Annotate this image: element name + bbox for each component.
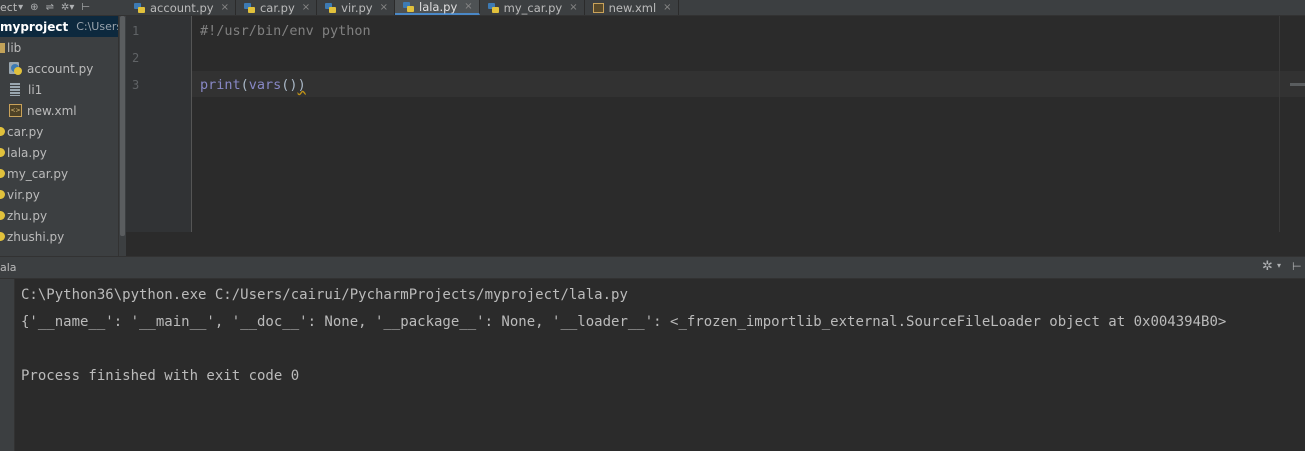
python-file-icon	[243, 2, 255, 13]
tab-label: lala.py	[419, 0, 458, 14]
project-view-toolbar: ect ▾ ⊕ ⇌ ✲▾ ⊢	[0, 0, 126, 16]
python-file-icon	[0, 211, 5, 220]
tree-item-lib[interactable]: lib	[0, 37, 21, 58]
xml-file-icon: <>	[9, 104, 22, 117]
close-icon[interactable]: ×	[569, 2, 577, 13]
python-file-icon	[0, 148, 5, 157]
editor-scroll-marker[interactable]	[1290, 83, 1305, 86]
editor-tab-bar: account.py × car.py × vir.py × lala.py ×…	[126, 0, 1305, 16]
python-file-icon	[9, 61, 22, 76]
tree-item-zhushi-py[interactable]: zhushi.py	[0, 226, 64, 247]
tab-label: vir.py	[341, 0, 373, 15]
tab-lala-py[interactable]: lala.py ×	[395, 0, 480, 15]
hide-panel-icon[interactable]: ⊢	[1292, 260, 1302, 273]
close-icon[interactable]: ×	[663, 2, 671, 13]
tree-item-label: lala.py	[7, 145, 47, 160]
tab-new-xml[interactable]: new.xml ×	[585, 0, 679, 15]
paren-warning: )	[297, 77, 306, 93]
tree-item-vir-py[interactable]: vir.py	[0, 184, 40, 205]
hide-panel-icon[interactable]: ⊢	[81, 2, 90, 13]
builtin-print: print	[200, 77, 241, 93]
console-line: {'__name__': '__main__', '__doc__': None…	[21, 314, 1227, 330]
chevron-down-icon[interactable]: ▾	[1277, 261, 1281, 270]
python-file-icon	[0, 127, 5, 136]
text-file-icon	[10, 83, 20, 96]
paren: (	[240, 77, 249, 93]
tree-item-label: zhushi.py	[7, 229, 65, 244]
tab-car-py[interactable]: car.py ×	[236, 0, 318, 15]
code-line-print: print(vars())	[200, 77, 306, 93]
tree-item-label: lib	[7, 40, 22, 55]
tree-item-my-car-py[interactable]: my_car.py	[0, 163, 68, 184]
right-margin-guide	[1279, 16, 1280, 232]
tab-label: my_car.py	[503, 0, 563, 15]
line-number: 1	[132, 24, 140, 38]
python-file-icon	[487, 2, 499, 13]
tree-item-car-py[interactable]: car.py	[0, 121, 43, 142]
sync-icon[interactable]: ⊕	[30, 2, 38, 13]
tree-item-label: vir.py	[7, 187, 40, 202]
gear-icon[interactable]: ✲	[1262, 259, 1273, 274]
tree-item-label: li1	[28, 82, 43, 97]
collapse-all-icon[interactable]: ⇌	[46, 2, 54, 13]
run-tab-title[interactable]: ala	[0, 261, 17, 274]
tree-item-label: new.xml	[27, 103, 77, 118]
tab-my-car-py[interactable]: my_car.py ×	[480, 0, 585, 15]
dropdown-caret-icon[interactable]: ▾	[18, 2, 23, 13]
python-file-icon	[325, 2, 337, 13]
tree-item-label: account.py	[27, 61, 94, 76]
project-tree: myproject C:\Users\cai lib account.py li…	[0, 16, 118, 256]
console-line: C:\Python36\python.exe C:/Users/cairui/P…	[21, 287, 628, 303]
project-path: C:\Users\cai	[76, 20, 118, 33]
run-console[interactable]: C:\Python36\python.exe C:/Users/cairui/P…	[15, 279, 1305, 451]
close-icon[interactable]: ×	[464, 1, 472, 12]
python-file-icon	[0, 232, 5, 241]
line-number: 3	[132, 78, 140, 92]
gear-icon[interactable]: ✲▾	[61, 2, 74, 13]
builtin-vars: vars	[248, 77, 282, 93]
paren: ()	[281, 77, 298, 93]
scrollbar-thumb[interactable]	[120, 16, 125, 236]
close-icon[interactable]: ×	[380, 2, 388, 13]
python-file-icon	[0, 190, 5, 199]
tab-account-py[interactable]: account.py ×	[126, 0, 236, 15]
project-view-selector[interactable]: ect	[0, 1, 17, 14]
tree-item-li1[interactable]: li1	[9, 79, 42, 100]
python-file-icon	[134, 2, 145, 13]
tab-label: account.py	[150, 0, 214, 15]
xml-file-icon	[592, 2, 604, 13]
tab-label: new.xml	[608, 0, 657, 15]
tab-label: car.py	[259, 0, 295, 15]
python-file-icon	[0, 169, 5, 178]
line-number: 2	[132, 51, 140, 65]
code-editor[interactable]: #!/usr/bin/env python print(vars())	[192, 16, 1305, 232]
caret-line-highlight	[192, 71, 1305, 97]
project-root[interactable]: myproject C:\Users\cai	[0, 16, 118, 37]
tree-item-lala-py[interactable]: lala.py	[0, 142, 47, 163]
close-icon[interactable]: ×	[302, 2, 310, 13]
line-number-gutter: 1 2 3	[126, 16, 192, 232]
tree-item-label: zhu.py	[7, 208, 48, 223]
tree-item-account-py[interactable]: account.py	[9, 58, 93, 79]
tree-item-zhu-py[interactable]: zhu.py	[0, 205, 47, 226]
tab-vir-py[interactable]: vir.py ×	[317, 0, 395, 15]
run-toolbar-strip	[0, 279, 15, 451]
project-name: myproject	[0, 19, 69, 34]
tree-item-new-xml[interactable]: <> new.xml	[9, 100, 77, 121]
tree-item-label: my_car.py	[7, 166, 69, 181]
run-tool-window-header: ala ✲ ▾ ⊢	[0, 256, 1305, 279]
code-line-shebang: #!/usr/bin/env python	[200, 23, 371, 39]
console-line: Process finished with exit code 0	[21, 368, 300, 384]
tree-item-label: car.py	[7, 124, 44, 139]
editor-bottom-area	[126, 232, 1305, 256]
close-icon[interactable]: ×	[221, 2, 229, 13]
folder-icon	[0, 42, 5, 53]
python-file-icon	[403, 1, 414, 12]
